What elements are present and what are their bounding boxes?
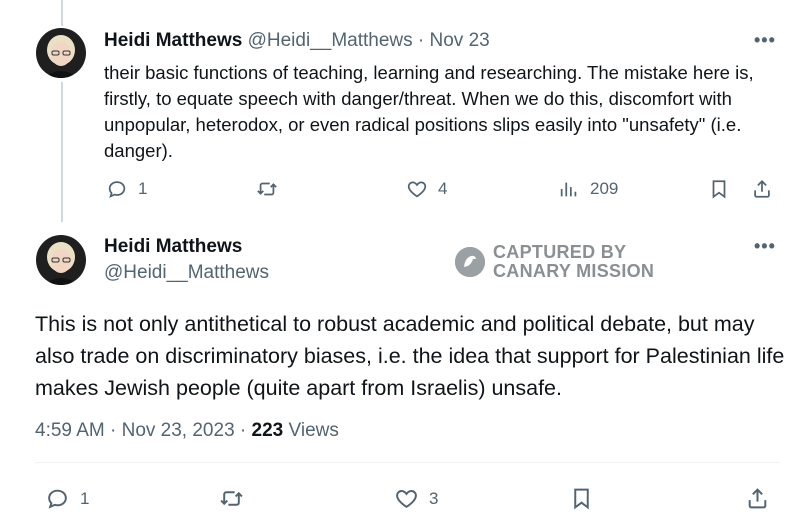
retweet-button[interactable] bbox=[256, 178, 288, 200]
more-options-icon[interactable]: ••• bbox=[754, 236, 776, 257]
share-icon bbox=[754, 179, 770, 198]
reply-icon bbox=[108, 181, 126, 198]
heart-icon bbox=[396, 490, 417, 508]
author-name[interactable]: Heidi Matthews bbox=[104, 30, 242, 51]
tweet-header: Heidi Matthews @Heidi__Matthews · Nov 23 bbox=[104, 30, 490, 52]
author-handle[interactable]: @Heidi__Matthews bbox=[104, 262, 269, 284]
watermark-line1: CAPTURED BY bbox=[493, 242, 627, 262]
views-count: 209 bbox=[590, 179, 619, 198]
tweet-text: This is not only antithetical to robust … bbox=[35, 312, 785, 400]
canary-logo-icon bbox=[455, 247, 485, 277]
tweet-time[interactable]: 4:59 AM bbox=[35, 420, 105, 441]
separator: · bbox=[239, 420, 247, 441]
views-label: Views bbox=[288, 420, 339, 441]
views-icon bbox=[560, 182, 577, 197]
heart-icon bbox=[407, 181, 427, 198]
tweet-date[interactable]: Nov 23, 2023 bbox=[122, 420, 235, 441]
reply-icon bbox=[48, 489, 67, 509]
like-count: 4 bbox=[438, 179, 448, 198]
avatar[interactable] bbox=[36, 235, 86, 285]
bookmark-button[interactable] bbox=[708, 178, 730, 200]
bookmark-icon bbox=[574, 488, 589, 510]
tweet-meta: 4:59 AM · Nov 23, 2023 · 223 Views bbox=[35, 420, 339, 442]
reply-button[interactable]: 1 bbox=[106, 178, 147, 200]
tweet-text: their basic functions of teaching, learn… bbox=[104, 62, 754, 161]
bookmark-icon bbox=[712, 180, 726, 199]
divider bbox=[35, 462, 780, 463]
separator: · bbox=[110, 420, 117, 441]
separator: · bbox=[417, 30, 425, 51]
like-button[interactable]: 3 bbox=[394, 486, 438, 511]
tweet-date[interactable]: Nov 23 bbox=[430, 30, 490, 51]
retweet-icon bbox=[220, 491, 243, 506]
more-options-icon[interactable]: ••• bbox=[754, 30, 776, 51]
avatar[interactable] bbox=[36, 28, 86, 78]
retweet-icon bbox=[257, 182, 277, 196]
watermark: CAPTURED BY CANARY MISSION bbox=[455, 243, 654, 281]
watermark-line2: CANARY MISSION bbox=[493, 261, 655, 281]
thread-line-top bbox=[61, 0, 63, 26]
retweet-button[interactable] bbox=[219, 486, 254, 511]
views-button[interactable]: 209 bbox=[558, 178, 618, 200]
bookmark-button[interactable] bbox=[569, 486, 594, 511]
share-button[interactable] bbox=[745, 486, 770, 511]
author-name[interactable]: Heidi Matthews bbox=[104, 236, 242, 258]
like-count: 3 bbox=[429, 488, 439, 508]
reply-button[interactable]: 1 bbox=[45, 486, 89, 511]
views-count: 223 bbox=[251, 420, 284, 441]
share-icon bbox=[748, 488, 767, 509]
reply-count: 1 bbox=[80, 488, 90, 508]
reply-count: 1 bbox=[138, 179, 148, 198]
thread-line bbox=[61, 82, 63, 222]
author-handle[interactable]: @Heidi__Matthews bbox=[248, 30, 413, 51]
like-button[interactable]: 4 bbox=[406, 178, 447, 200]
share-button[interactable] bbox=[751, 178, 773, 200]
